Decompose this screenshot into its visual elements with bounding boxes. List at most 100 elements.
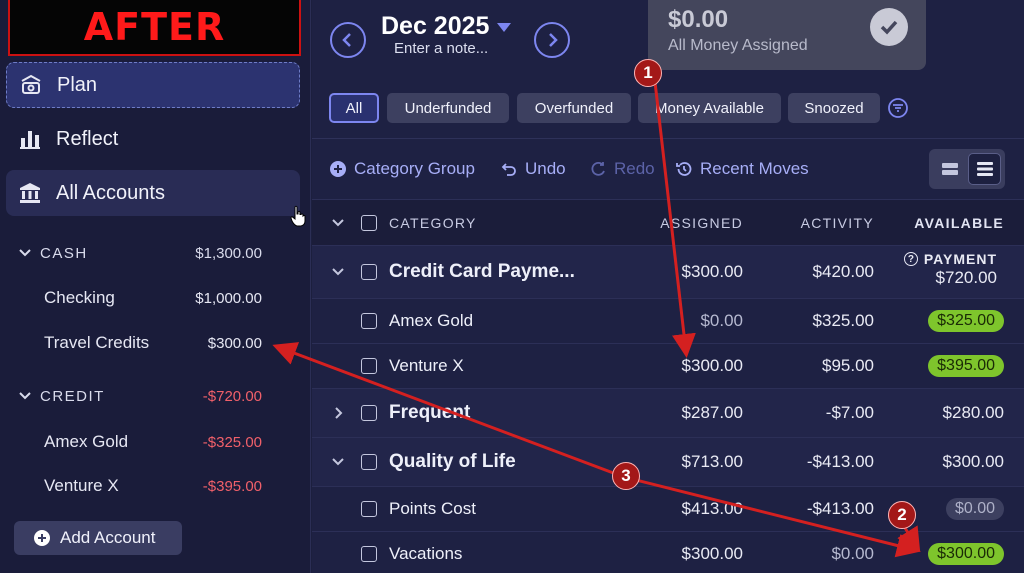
sidebar: AFTER Plan Reflect All Accounts CASH $1,… bbox=[0, 0, 311, 573]
available-cell[interactable]: ? PAYMENT $720.00 bbox=[903, 251, 997, 288]
recent-moves-button[interactable]: Recent Moves bbox=[676, 158, 809, 180]
comfortable-view-button[interactable] bbox=[935, 155, 965, 183]
add-category-group-button[interactable]: Category Group bbox=[330, 158, 475, 180]
month-note-input[interactable]: Enter a note... bbox=[394, 40, 488, 57]
activity-value: $0.00 bbox=[831, 544, 874, 563]
assigned-value[interactable]: $300.00 bbox=[682, 356, 743, 376]
month-selector[interactable]: Dec 2025 bbox=[381, 12, 512, 41]
next-month-button[interactable] bbox=[534, 22, 570, 58]
after-banner: AFTER bbox=[8, 0, 301, 56]
account-row-amex-gold[interactable]: Amex Gold -$325.00 bbox=[44, 430, 262, 454]
activity-value: -$413.00 bbox=[806, 499, 874, 518]
compact-view-button[interactable] bbox=[968, 153, 1001, 185]
history-icon bbox=[676, 162, 692, 176]
account-row-venture-x[interactable]: Venture X -$395.00 bbox=[44, 474, 262, 498]
filter-settings-icon[interactable] bbox=[888, 98, 908, 118]
nav-all-accounts[interactable]: All Accounts bbox=[6, 170, 300, 216]
table-row-group[interactable]: Credit Card Payme... $300.00 $420.00 ? PA… bbox=[312, 245, 1024, 298]
account-row-travel-credits[interactable]: Travel Credits $300.00 bbox=[44, 331, 262, 355]
assigned-value[interactable]: $300.00 bbox=[682, 544, 743, 564]
account-group-cash[interactable]: CASH $1,300.00 bbox=[18, 241, 262, 265]
assigned-value[interactable]: $0.00 bbox=[700, 311, 743, 331]
available-cell[interactable]: $300.00 bbox=[928, 543, 1004, 565]
recent-moves-label: Recent Moves bbox=[700, 159, 809, 178]
table-row[interactable]: Venture X $300.00 $95.00 $395.00 bbox=[312, 343, 1024, 388]
add-account-button[interactable]: Add Account bbox=[14, 521, 182, 555]
available-value[interactable]: $280.00 bbox=[943, 403, 1004, 423]
account-balance: -$395.00 bbox=[202, 477, 262, 495]
previous-month-button[interactable] bbox=[330, 22, 366, 58]
row-checkbox[interactable] bbox=[361, 454, 377, 470]
row-checkbox[interactable] bbox=[361, 358, 377, 374]
available-pill: $0.00 bbox=[945, 498, 1004, 520]
table-row-group[interactable]: Frequent $287.00 -$7.00 $280.00 bbox=[312, 388, 1024, 437]
account-name: Travel Credits bbox=[44, 333, 150, 352]
assigned-value[interactable]: $713.00 bbox=[682, 452, 743, 472]
header-assigned: ASSIGNED bbox=[660, 214, 743, 231]
available-cell[interactable]: $0.00 bbox=[945, 498, 1004, 520]
filter-underfunded[interactable]: Underfunded bbox=[387, 93, 509, 123]
row-checkbox[interactable] bbox=[361, 546, 377, 562]
assigned-value[interactable]: $413.00 bbox=[682, 499, 743, 519]
account-group-credit[interactable]: CREDIT -$720.00 bbox=[18, 384, 262, 408]
nav-plan-label: Plan bbox=[57, 73, 98, 96]
available-value[interactable]: $300.00 bbox=[943, 452, 1004, 472]
nav-reflect[interactable]: Reflect bbox=[6, 116, 300, 162]
activity-value: $420.00 bbox=[812, 262, 874, 281]
bank-icon bbox=[20, 183, 40, 203]
chevron-down-icon[interactable] bbox=[331, 265, 345, 279]
add-account-label: Add Account bbox=[60, 528, 156, 547]
nav-plan[interactable]: Plan bbox=[6, 62, 300, 108]
nav-reflect-label: Reflect bbox=[56, 127, 119, 150]
category-name: Amex Gold bbox=[389, 311, 474, 330]
assigned-value[interactable]: $300.00 bbox=[682, 262, 743, 282]
table-row[interactable]: Amex Gold $0.00 $325.00 $325.00 bbox=[312, 298, 1024, 343]
account-group-label: CASH bbox=[40, 244, 88, 262]
chevron-down-icon[interactable] bbox=[331, 216, 345, 230]
row-checkbox[interactable] bbox=[361, 501, 377, 517]
table-row-group[interactable]: Quality of Life $713.00 -$413.00 $300.00 bbox=[312, 437, 1024, 486]
chevron-left-icon bbox=[342, 33, 351, 47]
nav-all-accounts-label: All Accounts bbox=[56, 181, 165, 204]
row-checkbox[interactable] bbox=[361, 264, 377, 280]
chevron-down-icon[interactable] bbox=[331, 455, 345, 469]
filter-all[interactable]: All bbox=[329, 93, 379, 123]
available-cell[interactable]: $395.00 bbox=[928, 355, 1004, 377]
category-name: Venture X bbox=[389, 356, 464, 375]
filter-snoozed[interactable]: Snoozed bbox=[788, 93, 880, 123]
payment-label-text: PAYMENT bbox=[923, 251, 997, 267]
redo-label: Redo bbox=[614, 159, 655, 178]
available-cell[interactable]: $325.00 bbox=[928, 310, 1004, 332]
table-row[interactable]: Vacations $300.00 $0.00 $300.00 bbox=[312, 531, 1024, 573]
account-group-total: $1,300.00 bbox=[195, 244, 262, 262]
available-pill: $325.00 bbox=[928, 310, 1004, 332]
row-checkbox[interactable] bbox=[361, 313, 377, 329]
after-banner-text: AFTER bbox=[83, 5, 226, 49]
available-pill: $395.00 bbox=[928, 355, 1004, 377]
chevron-right-icon[interactable] bbox=[331, 406, 345, 420]
add-category-group-label: Category Group bbox=[354, 159, 475, 178]
category-name: Vacations bbox=[389, 544, 463, 563]
table-row[interactable]: Points Cost $413.00 -$413.00 $0.00 bbox=[312, 486, 1024, 531]
row-checkbox[interactable] bbox=[361, 405, 377, 421]
comfortable-view-icon bbox=[942, 163, 958, 175]
ready-to-assign-box[interactable]: $0.00 All Money Assigned bbox=[648, 0, 926, 70]
view-density-toggle bbox=[929, 149, 1005, 189]
account-row-checking[interactable]: Checking $1,000.00 bbox=[44, 286, 262, 310]
account-name: Amex Gold bbox=[44, 432, 129, 451]
category-name: Points Cost bbox=[389, 499, 476, 518]
chevron-right-icon bbox=[549, 33, 558, 47]
budget-table: CATEGORY ASSIGNED ACTIVITY AVAILABLE Cre… bbox=[312, 199, 1024, 573]
hand-cursor-icon bbox=[290, 205, 306, 227]
filter-money-available[interactable]: Money Available bbox=[638, 93, 781, 123]
filter-overfunded[interactable]: Overfunded bbox=[517, 93, 631, 123]
undo-button[interactable]: Undo bbox=[501, 158, 566, 180]
select-all-checkbox[interactable] bbox=[361, 214, 377, 231]
activity-value: $95.00 bbox=[822, 356, 874, 375]
undo-icon bbox=[501, 163, 516, 176]
annotation-badge-2: 2 bbox=[888, 501, 916, 529]
redo-button[interactable]: Redo bbox=[590, 158, 655, 180]
assigned-value[interactable]: $287.00 bbox=[682, 403, 743, 423]
chevron-down-icon bbox=[19, 249, 31, 257]
payment-label: ? PAYMENT bbox=[903, 251, 997, 267]
